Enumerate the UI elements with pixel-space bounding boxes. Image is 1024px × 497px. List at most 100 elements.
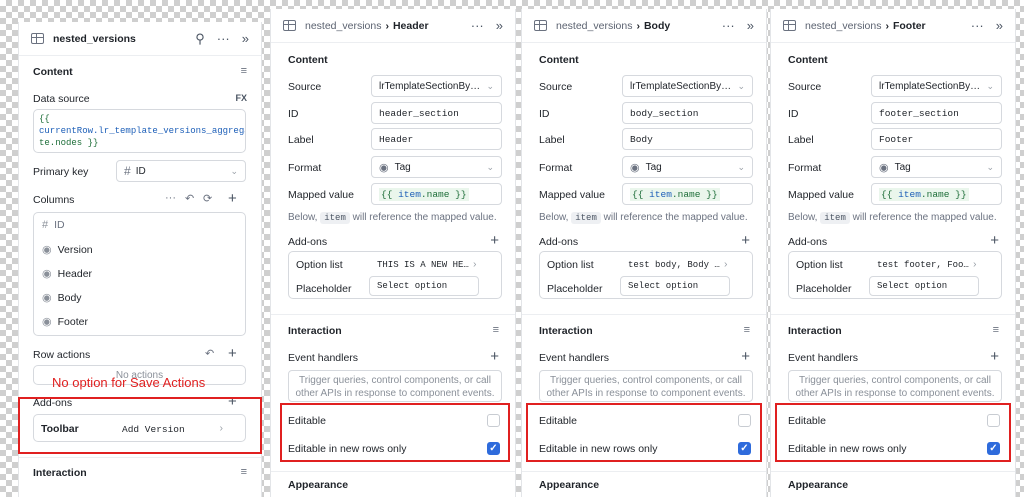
primary-key-select[interactable]: # ID ⌄ xyxy=(116,160,246,182)
column-item[interactable]: ◉ Body xyxy=(42,291,82,305)
label-input[interactable]: Footer xyxy=(871,128,1002,150)
placeholder-input[interactable]: Select option xyxy=(369,276,479,296)
column-item[interactable]: ◉ Version xyxy=(42,243,93,257)
option-list-label: Option list xyxy=(547,259,594,271)
add-column-button[interactable]: + xyxy=(228,191,237,206)
format-select[interactable]: ◉ Tag ⌄ xyxy=(871,156,1002,178)
addons-label: Add-ons xyxy=(539,236,579,248)
sliders-icon[interactable]: ≡ xyxy=(241,65,247,77)
more-icon[interactable]: ··· xyxy=(217,31,230,46)
mapped-value-input[interactable]: {{ item.name }} xyxy=(871,183,1002,205)
add-addon-button[interactable]: + xyxy=(990,233,999,248)
editable-checkbox[interactable] xyxy=(987,414,1000,427)
code-line: currentRow.lr_template_versions_aggrega xyxy=(39,126,246,136)
more-icon[interactable]: ··· xyxy=(165,192,176,204)
breadcrumb-parent[interactable]: nested_versions xyxy=(305,20,381,32)
collapse-icon[interactable]: » xyxy=(996,18,1003,33)
add-event-handler-button[interactable]: + xyxy=(741,349,750,364)
item-chip: item xyxy=(320,212,350,224)
mapped-value-input[interactable]: {{ item.name }} xyxy=(622,183,753,205)
id-value: footer_section xyxy=(879,107,959,119)
column-inspector-panel: nested_versions › Footer ··· » Content Sou… xyxy=(770,9,1016,497)
editable-new-rows-checkbox[interactable]: ✓ xyxy=(987,442,1000,455)
add-event-handler-button[interactable]: + xyxy=(990,349,999,364)
breadcrumb-parent[interactable]: nested_versions xyxy=(805,20,881,32)
id-input[interactable]: header_section xyxy=(371,102,502,124)
more-icon[interactable]: ··· xyxy=(471,18,484,33)
id-value: body_section xyxy=(630,107,699,119)
add-addon-button[interactable]: + xyxy=(228,394,237,409)
data-source-input[interactable]: {{ currentRow.lr_template_versions_aggre… xyxy=(33,109,246,153)
editable-checkbox[interactable] xyxy=(738,414,751,427)
interaction-section-title: Interaction xyxy=(539,325,593,337)
id-label: ID xyxy=(539,108,550,120)
placeholder-input[interactable]: Select option xyxy=(620,276,730,296)
source-select[interactable]: lrTemplateSectionBy… ⌄ xyxy=(371,75,502,97)
mapped-value-input[interactable]: {{ item.name }} xyxy=(371,183,502,205)
label-input[interactable]: Header xyxy=(371,128,502,150)
chevron-right-icon: › xyxy=(973,258,977,270)
code-token: {{ xyxy=(881,188,893,200)
sliders-icon[interactable]: ≡ xyxy=(493,324,499,336)
add-row-action-button[interactable]: + xyxy=(228,346,237,361)
add-addon-button[interactable]: + xyxy=(490,233,499,248)
fx-button[interactable]: FX xyxy=(235,93,247,103)
refresh-icon[interactable]: ⟳ xyxy=(203,192,212,205)
option-list-value[interactable]: test footer, Foo… xyxy=(877,260,969,270)
event-handlers-empty: Trigger queries, control components, or … xyxy=(539,370,753,402)
divider xyxy=(522,471,766,472)
label-value: Header xyxy=(379,133,414,145)
column-item[interactable]: ◉ Footer xyxy=(42,315,88,329)
search-icon[interactable]: ⚲ xyxy=(195,31,205,47)
code-token: }} xyxy=(455,188,467,200)
option-list-value[interactable]: test body, Body … xyxy=(628,260,720,270)
panel-header: nested_versions › Header ··· » xyxy=(271,9,515,43)
event-handlers-label: Event handlers xyxy=(288,352,359,364)
editable-new-rows-checkbox[interactable]: ✓ xyxy=(487,442,500,455)
breadcrumb-parent[interactable]: nested_versions xyxy=(556,20,632,32)
add-addon-button[interactable]: + xyxy=(741,233,750,248)
column-item[interactable]: ◉ Header xyxy=(42,267,92,281)
collapse-icon[interactable]: » xyxy=(242,31,249,46)
sliders-icon[interactable]: ≡ xyxy=(993,324,999,336)
format-value: Tag xyxy=(894,161,911,173)
tag-icon: ◉ xyxy=(630,161,640,174)
mapped-value-label: Mapped value xyxy=(788,189,854,201)
option-list-value[interactable]: THIS IS A NEW HE… xyxy=(377,260,469,270)
sliders-icon[interactable]: ≡ xyxy=(744,324,750,336)
source-select[interactable]: lrTemplateSectionBy… ⌄ xyxy=(871,75,1002,97)
code-line: te.nodes }} xyxy=(39,138,99,148)
tag-icon: ◉ xyxy=(42,244,52,256)
undo-icon[interactable]: ↶ xyxy=(205,347,214,360)
source-select[interactable]: lrTemplateSectionBy… ⌄ xyxy=(622,75,753,97)
divider xyxy=(271,314,515,315)
collapse-icon[interactable]: » xyxy=(496,18,503,33)
id-input[interactable]: footer_section xyxy=(871,102,1002,124)
label-input[interactable]: Body xyxy=(622,128,753,150)
format-select[interactable]: ◉ Tag ⌄ xyxy=(622,156,753,178)
sliders-icon[interactable]: ≡ xyxy=(241,466,247,478)
primary-key-label: Primary key xyxy=(33,166,89,178)
item-chip: item xyxy=(820,212,850,224)
source-label: Source xyxy=(539,81,573,93)
breadcrumb-current: Footer xyxy=(892,19,926,32)
id-input[interactable]: body_section xyxy=(622,102,753,124)
toolbar-addon[interactable]: Toolbar Add Version › xyxy=(33,414,246,442)
column-item[interactable]: # ID xyxy=(42,219,65,231)
add-event-handler-button[interactable]: + xyxy=(490,349,499,364)
collapse-icon[interactable]: » xyxy=(747,18,754,33)
event-handlers-label: Event handlers xyxy=(788,352,859,364)
editable-checkbox[interactable] xyxy=(487,414,500,427)
code-token: }} xyxy=(706,188,718,200)
label-label: Label xyxy=(788,134,814,146)
breadcrumb-separator: › xyxy=(636,19,640,32)
placeholder-input[interactable]: Select option xyxy=(869,276,979,296)
option-list-label: Option list xyxy=(796,259,843,271)
more-icon[interactable]: ··· xyxy=(722,18,735,33)
editable-new-rows-checkbox[interactable]: ✓ xyxy=(738,442,751,455)
option-list-label: Option list xyxy=(296,259,343,271)
content-section-title: Content xyxy=(288,54,328,66)
format-select[interactable]: ◉ Tag ⌄ xyxy=(371,156,502,178)
undo-icon[interactable]: ↶ xyxy=(185,192,194,205)
more-icon[interactable]: ··· xyxy=(971,18,984,33)
